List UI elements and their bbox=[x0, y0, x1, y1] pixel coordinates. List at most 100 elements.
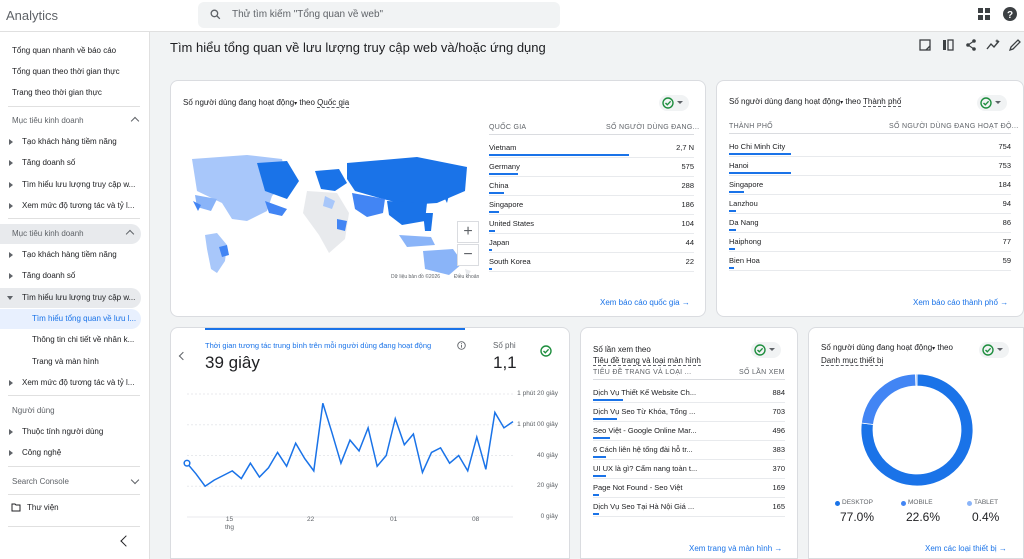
legend-label: DESKTOP bbox=[842, 499, 873, 506]
pages-card-title[interactable]: Số lần xem theo Tiêu đề trang và loại mà… bbox=[593, 344, 701, 366]
pencil-icon[interactable] bbox=[1008, 38, 1022, 52]
edit-note-icon[interactable] bbox=[918, 38, 932, 52]
table-row[interactable]: United States 104 bbox=[489, 215, 694, 234]
row-label: China bbox=[489, 181, 509, 190]
table-row[interactable]: Dịch Vụ Seo Từ Khóa, Tổng ... 703 bbox=[593, 403, 785, 422]
sidebar-item-engagement-2[interactable]: Xem mức độ tương tác và tỷ l... bbox=[0, 373, 150, 393]
sidebar-item-drive-sales-2[interactable]: Tăng doanh số bbox=[0, 266, 150, 286]
col-header-city[interactable]: THÀNH PHỐ bbox=[729, 123, 773, 130]
compare-filter-button[interactable] bbox=[751, 342, 781, 358]
table-row[interactable]: Singapore 186 bbox=[489, 196, 694, 215]
row-bar bbox=[489, 230, 495, 232]
legend-dot bbox=[967, 501, 972, 506]
device-donut-chart[interactable] bbox=[857, 370, 977, 490]
sidebar-item-tech[interactable]: Công nghệ bbox=[0, 443, 150, 463]
legend-dot bbox=[901, 501, 906, 506]
sidebar-item-engagement-1[interactable]: Xem mức độ tương tác và tỷ l... bbox=[0, 196, 150, 216]
row-bar bbox=[593, 456, 606, 458]
row-label: Singapore bbox=[489, 200, 524, 209]
sidebar-item-generate-leads-1[interactable]: Tạo khách hàng tiềm năng bbox=[0, 132, 150, 152]
device-card-title[interactable]: Số người dùng đang hoạt động▾ theo Danh … bbox=[821, 342, 953, 366]
table-row[interactable]: Hanoi 753 bbox=[729, 157, 1011, 176]
help-icon[interactable]: ? bbox=[1002, 6, 1018, 22]
share-icon[interactable] bbox=[964, 38, 978, 52]
row-label: Lanzhou bbox=[729, 199, 758, 208]
view-country-report-link[interactable]: Xem báo cáo quốc gia → bbox=[600, 298, 690, 307]
check-circle-icon bbox=[662, 97, 674, 109]
row-value: 753 bbox=[998, 161, 1011, 170]
table-row[interactable]: Singapore 184 bbox=[729, 176, 1011, 195]
sidebar-item-reports-snapshot[interactable]: Tổng quan nhanh về báo cáo bbox=[0, 41, 150, 61]
sidebar-item-realtime-pages[interactable]: Trang theo thời gian thực bbox=[0, 83, 150, 103]
compare-icon[interactable] bbox=[941, 38, 955, 52]
table-row[interactable]: Ho Chi Minh City 754 bbox=[729, 138, 1011, 157]
table-row[interactable]: Haiphong 77 bbox=[729, 233, 1011, 252]
dropdown-icon bbox=[995, 101, 1001, 104]
table-row[interactable]: Dịch Vụ Thiết Kế Website Ch... 884 bbox=[593, 384, 785, 403]
apps-grid-icon[interactable] bbox=[976, 6, 992, 22]
insights-icon[interactable] bbox=[986, 38, 1000, 52]
zoom-in-button[interactable]: + bbox=[457, 221, 479, 243]
compare-filter-button[interactable] bbox=[979, 342, 1009, 358]
row-value: 2,7 N bbox=[676, 143, 694, 152]
table-row[interactable]: Germany 575 bbox=[489, 158, 694, 177]
col-header-page-title[interactable]: TIÊU ĐỀ TRANG VÀ LOẠI ... bbox=[593, 369, 691, 376]
city-card-title[interactable]: Số người dùng đang hoạt động▾ theo Thành… bbox=[729, 96, 902, 109]
sidebar-item-understand-traffic-1[interactable]: Tìm hiểu lưu lượng truy cập w... bbox=[0, 175, 150, 195]
view-city-report-link[interactable]: Xem báo cáo thành phố → bbox=[913, 298, 1008, 307]
table-row[interactable]: Seo Việt - Google Online Mar... 496 bbox=[593, 422, 785, 441]
compare-filter-button[interactable] bbox=[977, 95, 1007, 111]
col-header-country[interactable]: QUỐC GIA bbox=[489, 124, 526, 131]
sidebar-item-understand-traffic-2[interactable]: Tìm hiểu lưu lượng truy cập w... bbox=[0, 288, 141, 308]
world-map[interactable] bbox=[187, 151, 487, 283]
view-pages-link[interactable]: Xem trang và màn hình → bbox=[689, 544, 782, 553]
sidebar-item-demographics[interactable]: Thông tin chi tiết về nhân k... bbox=[0, 330, 150, 350]
expand-arrow-icon bbox=[9, 252, 13, 258]
table-row[interactable]: Dịch Vụ Seo Tại Hà Nội Giá ... 165 bbox=[593, 498, 785, 517]
table-row[interactable]: Bien Hoa 59 bbox=[729, 252, 1011, 271]
data-point bbox=[183, 459, 191, 467]
map-terms-link[interactable]: Điều khoản bbox=[454, 274, 479, 280]
country-card-title[interactable]: Số người dùng đang hoạt động▾ theo Quốc … bbox=[183, 97, 350, 110]
table-row[interactable]: Page Not Found - Seo Việt 169 bbox=[593, 479, 785, 498]
sidebar-section-business-objectives-2[interactable]: Mục tiêu kinh doanh bbox=[0, 224, 141, 244]
table-row[interactable]: South Korea 22 bbox=[489, 253, 694, 272]
search-box[interactable]: Thử tìm kiếm "Tổng quan về web" bbox=[198, 2, 560, 28]
sidebar-section-business-objectives-1[interactable]: Mục tiêu kinh doanh bbox=[0, 111, 150, 131]
donut-slice-tablet bbox=[915, 373, 918, 387]
search-icon bbox=[210, 9, 221, 20]
legend-value: 22.6% bbox=[906, 510, 941, 524]
col-header-active-users[interactable]: SỐ NGƯỜI DÙNG ĐANG HOẠT ĐỘ... bbox=[889, 123, 1018, 130]
sidebar-item-traffic-overview[interactable]: Tìm hiểu tổng quan về lưu l... bbox=[0, 309, 141, 329]
row-value: 184 bbox=[998, 180, 1011, 189]
sidebar-item-user-attributes[interactable]: Thuộc tính người dùng bbox=[0, 422, 150, 442]
sidebar-section-user[interactable]: Người dùng bbox=[0, 401, 150, 421]
search-input[interactable]: Thử tìm kiếm "Tổng quan về web" bbox=[232, 9, 383, 20]
legend-dot bbox=[835, 501, 840, 506]
arrow-right-icon: → bbox=[998, 544, 1007, 553]
table-row[interactable]: China 288 bbox=[489, 177, 694, 196]
table-row[interactable]: Japan 44 bbox=[489, 234, 694, 253]
sidebar-item-drive-sales-1[interactable]: Tăng doanh số bbox=[0, 153, 150, 173]
row-value: 165 bbox=[772, 502, 785, 511]
col-header-views[interactable]: SỐ LẦN XEM bbox=[739, 369, 785, 376]
col-header-active-users[interactable]: SỐ NGƯỜI DÙNG ĐANG... bbox=[606, 124, 699, 131]
table-row[interactable]: 6 Cách liên hệ tổng đài hỗ tr... 383 bbox=[593, 441, 785, 460]
view-device-link[interactable]: Xem các loại thiết bị → bbox=[925, 544, 1007, 553]
sidebar-item-generate-leads-2[interactable]: Tạo khách hàng tiềm năng bbox=[0, 245, 150, 265]
table-row[interactable]: Da Nang 86 bbox=[729, 214, 1011, 233]
zoom-out-button[interactable]: − bbox=[457, 244, 479, 266]
row-bar bbox=[593, 399, 623, 401]
table-row[interactable]: Lanzhou 94 bbox=[729, 195, 1011, 214]
sidebar-item-library[interactable]: Thư viện bbox=[0, 498, 150, 518]
sidebar-item-realtime-overview[interactable]: Tổng quan theo thời gian thực bbox=[0, 62, 150, 82]
sidebar-item-pages-screens[interactable]: Trang và màn hình bbox=[0, 352, 150, 372]
x-tick-label: 22 bbox=[307, 516, 315, 523]
compare-filter-button[interactable] bbox=[659, 95, 689, 111]
x-tick-label: 15 thg bbox=[225, 516, 235, 531]
sidebar-section-search-console[interactable]: Search Console bbox=[0, 472, 150, 492]
table-row[interactable]: Vietnam 2,7 N bbox=[489, 139, 694, 158]
row-label: 6 Cách liên hệ tổng đài hỗ tr... bbox=[593, 445, 693, 454]
table-row[interactable]: UI UX là gì? Cẩm nang toàn t... 370 bbox=[593, 460, 785, 479]
y-tick-label: 0 giây bbox=[540, 513, 558, 520]
